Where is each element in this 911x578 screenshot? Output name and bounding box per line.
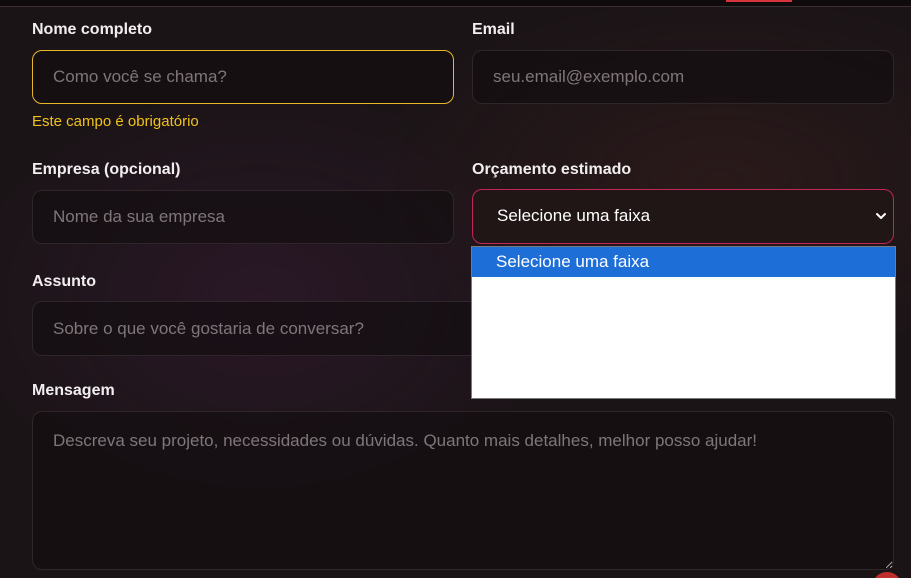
budget-select-value: Selecione uma faixa [497,206,651,225]
company-input[interactable] [32,190,454,244]
top-accent-bar [726,0,792,2]
company-label: Empresa (opcional) [32,161,181,178]
email-label: Email [472,21,515,38]
budget-option-selected[interactable]: Selecione uma faixa [472,247,895,277]
name-label: Nome completo [32,21,153,38]
name-error-message: Este campo é obrigatório [32,113,199,130]
budget-dropdown-list: Selecione uma faixa [471,246,896,399]
name-input[interactable] [32,50,454,104]
floating-action-button[interactable] [872,572,902,578]
message-textarea[interactable] [32,411,894,570]
budget-label: Orçamento estimado [472,161,632,178]
subject-label: Assunto [32,273,96,290]
budget-select[interactable]: Selecione uma faixa [472,189,894,244]
email-input[interactable] [472,50,894,104]
message-label: Mensagem [32,382,115,399]
chevron-down-icon [876,213,886,219]
